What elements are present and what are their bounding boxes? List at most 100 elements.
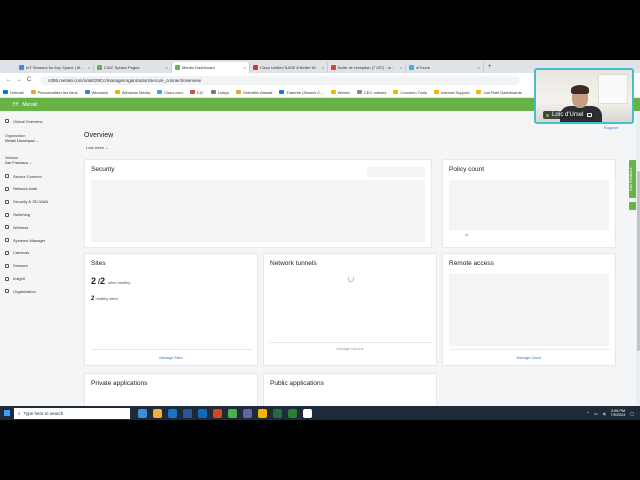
taskbar-app-icon[interactable]	[288, 408, 297, 418]
app-logo[interactable]: ⠿⠿ Meraki	[12, 102, 37, 108]
taskbar-app-icon[interactable]	[273, 408, 282, 418]
bookmark-item[interactable]: CIC	[189, 89, 204, 95]
sidebar-item-global-overview[interactable]: Global Overview	[5, 115, 74, 128]
sidebar-item-label: Systems Manager	[13, 237, 46, 243]
taskbar-app-icon[interactable]	[153, 408, 162, 418]
close-icon[interactable]: ×	[166, 65, 168, 70]
network-selector[interactable]: Network San Francisco ⌄	[5, 156, 74, 166]
url-input[interactable]: n395.meraki.com/o/a6029Cc/manage/organiz…	[40, 75, 520, 85]
browser-tab[interactable]: Boîte de réception (7 257) - lo... ×	[328, 62, 406, 73]
notifications-icon[interactable]: ▢	[630, 411, 634, 416]
divider	[449, 349, 611, 350]
bookmark-item[interactable]: Tramme (Search C...	[279, 90, 324, 95]
bookmark-label: CIC	[196, 89, 204, 95]
manage-tunnels-link[interactable]: Manage tunnels	[264, 347, 436, 351]
bookmark-item[interactable]: Windows Media	[114, 90, 150, 95]
bookmark-icon	[3, 90, 8, 94]
bookmark-item[interactable]: Job Role Dashboards	[476, 90, 522, 95]
tab-favicon-icon	[175, 65, 180, 70]
taskbar-app-icon[interactable]	[138, 408, 147, 418]
webcam-overlay: Loïc d'Ursel ·	[534, 68, 634, 124]
windows-taskbar: ⌕ Type here to search ^ ▭ ◂) 2:06 PM 7/9…	[0, 406, 640, 420]
close-icon[interactable]: ×	[88, 65, 90, 70]
close-icon[interactable]: ×	[478, 65, 480, 70]
new-tab-button[interactable]: +	[488, 64, 492, 70]
bookmark-item[interactable]: Linkys	[210, 90, 229, 95]
bookmark-item[interactable]: Cisco.com	[157, 90, 183, 95]
forward-icon[interactable]: →	[14, 77, 24, 83]
bookmark-label: Windows	[91, 89, 108, 95]
taskbar-app-icon[interactable]	[303, 408, 312, 418]
manage-users-link[interactable]: Manage Users	[443, 356, 615, 360]
taskbar-search-input[interactable]: ⌕ Type here to search	[14, 407, 130, 419]
sidebar-item-label: Cameras	[13, 250, 30, 256]
start-button[interactable]	[0, 406, 14, 420]
card-title: Sites	[91, 260, 106, 267]
taskbar-app-icon[interactable]	[243, 408, 252, 418]
sidebar-item-sensors[interactable]: Sensors	[5, 259, 74, 272]
back-icon[interactable]: ←	[4, 77, 14, 83]
sidebar-item-network-wide[interactable]: Network-wide	[5, 183, 74, 196]
browser-tab[interactable]: Cisco Unified SASE A Better W... ×	[250, 62, 328, 73]
nav-icon	[5, 225, 9, 230]
sidebar-item-security-sd-wan[interactable]: Security & SD-WAN	[5, 195, 74, 208]
network-tunnels-card: Network tunnels Manage tunnels	[263, 253, 437, 366]
nav-icon	[5, 276, 9, 281]
browser-tab[interactable]: mTouch ×	[406, 62, 484, 73]
loading-placeholder	[449, 274, 609, 346]
close-icon[interactable]: ×	[322, 65, 324, 70]
sidebar-item-cameras[interactable]: Cameras	[5, 247, 74, 260]
clock[interactable]: 2:06 PM 7/9/2024	[611, 409, 626, 418]
sidebar-item-wireless[interactable]: Wireless	[5, 221, 74, 234]
close-icon[interactable]: ×	[400, 65, 402, 70]
loading-placeholder	[367, 167, 425, 177]
scrollbar-thumb[interactable]	[636, 171, 640, 351]
sidebar-item-insight[interactable]: Insight	[5, 272, 74, 285]
bookmark-item[interactable]: Personnaliser les liens	[30, 90, 78, 95]
card-title: Public applications	[270, 380, 324, 387]
time-range-select[interactable]: Last week ⌄	[86, 145, 109, 150]
chevron-down-icon: ⌄	[28, 160, 32, 165]
nav-icon	[5, 199, 9, 204]
network-icon[interactable]: ▭	[594, 411, 598, 416]
loading-placeholder	[91, 180, 425, 242]
manage-sites-link[interactable]: Manage Sites	[85, 356, 257, 360]
browser-tab[interactable]: Meraki Dashboard ×	[172, 62, 250, 73]
page-scrollbar[interactable]	[636, 111, 640, 408]
bookmark-item[interactable]: Windows	[84, 89, 108, 95]
give-feedback-button[interactable]: Give Feedback	[629, 160, 636, 198]
reload-icon[interactable]: C	[24, 77, 34, 83]
volume-icon[interactable]: ◂)	[602, 411, 605, 416]
taskbar-app-icon[interactable]	[183, 408, 192, 418]
bookmark-item[interactable]: Scientific Atlanta	[235, 90, 272, 95]
chevron-up-icon[interactable]: ^	[587, 411, 589, 415]
tab-label: IoT Sensors for Any Space | M...	[26, 65, 84, 70]
bookmark-item[interactable]: CEC roleses	[356, 90, 386, 95]
close-icon[interactable]: ×	[244, 65, 246, 70]
taskbar-app-icon[interactable]	[168, 408, 177, 418]
sidebar-item-label: Secure Connect	[13, 173, 42, 179]
system-tray: ^ ▭ ◂) 2:06 PM 7/9/2024 ▢	[587, 406, 634, 420]
sidebar-item-organization[interactable]: Organization	[5, 285, 74, 298]
browser-tab[interactable]: IoT Sensors for Any Space | M... ×	[16, 62, 94, 73]
bookmark-icon	[279, 90, 285, 94]
bookmark-item[interactable]: Common Tools	[393, 90, 427, 95]
clock-date: 7/9/2024	[610, 413, 626, 417]
taskbar-app-icon[interactable]	[213, 408, 222, 418]
sidebar-item-systems-manager[interactable]: Systems Manager	[5, 234, 74, 247]
feedback-icon[interactable]	[629, 202, 636, 210]
security-card: Security	[84, 159, 432, 248]
taskbar-app-icon[interactable]	[228, 408, 237, 418]
browser-tab[interactable]: CIAC Splash Pages ×	[94, 62, 172, 73]
sidebar-item-switching[interactable]: Switching	[5, 208, 74, 221]
support-link[interactable]: Support	[604, 125, 618, 130]
organization-selector[interactable]: Organization Meraki Launchpad ⌄	[5, 134, 74, 144]
bookmark-item[interactable]: Internal Support	[433, 90, 469, 95]
search-icon: ⌕	[18, 410, 21, 416]
taskbar-app-icon[interactable]	[198, 408, 207, 418]
bookmark-item[interactable]: Webex	[330, 90, 350, 95]
healthy-sites-stat: 2 healthy sites	[91, 296, 118, 302]
taskbar-app-icon[interactable]	[258, 408, 267, 418]
sidebar-item-secure-connect[interactable]: Secure Connect	[5, 170, 74, 183]
bookmark-item[interactable]: Hotmail	[3, 90, 24, 95]
